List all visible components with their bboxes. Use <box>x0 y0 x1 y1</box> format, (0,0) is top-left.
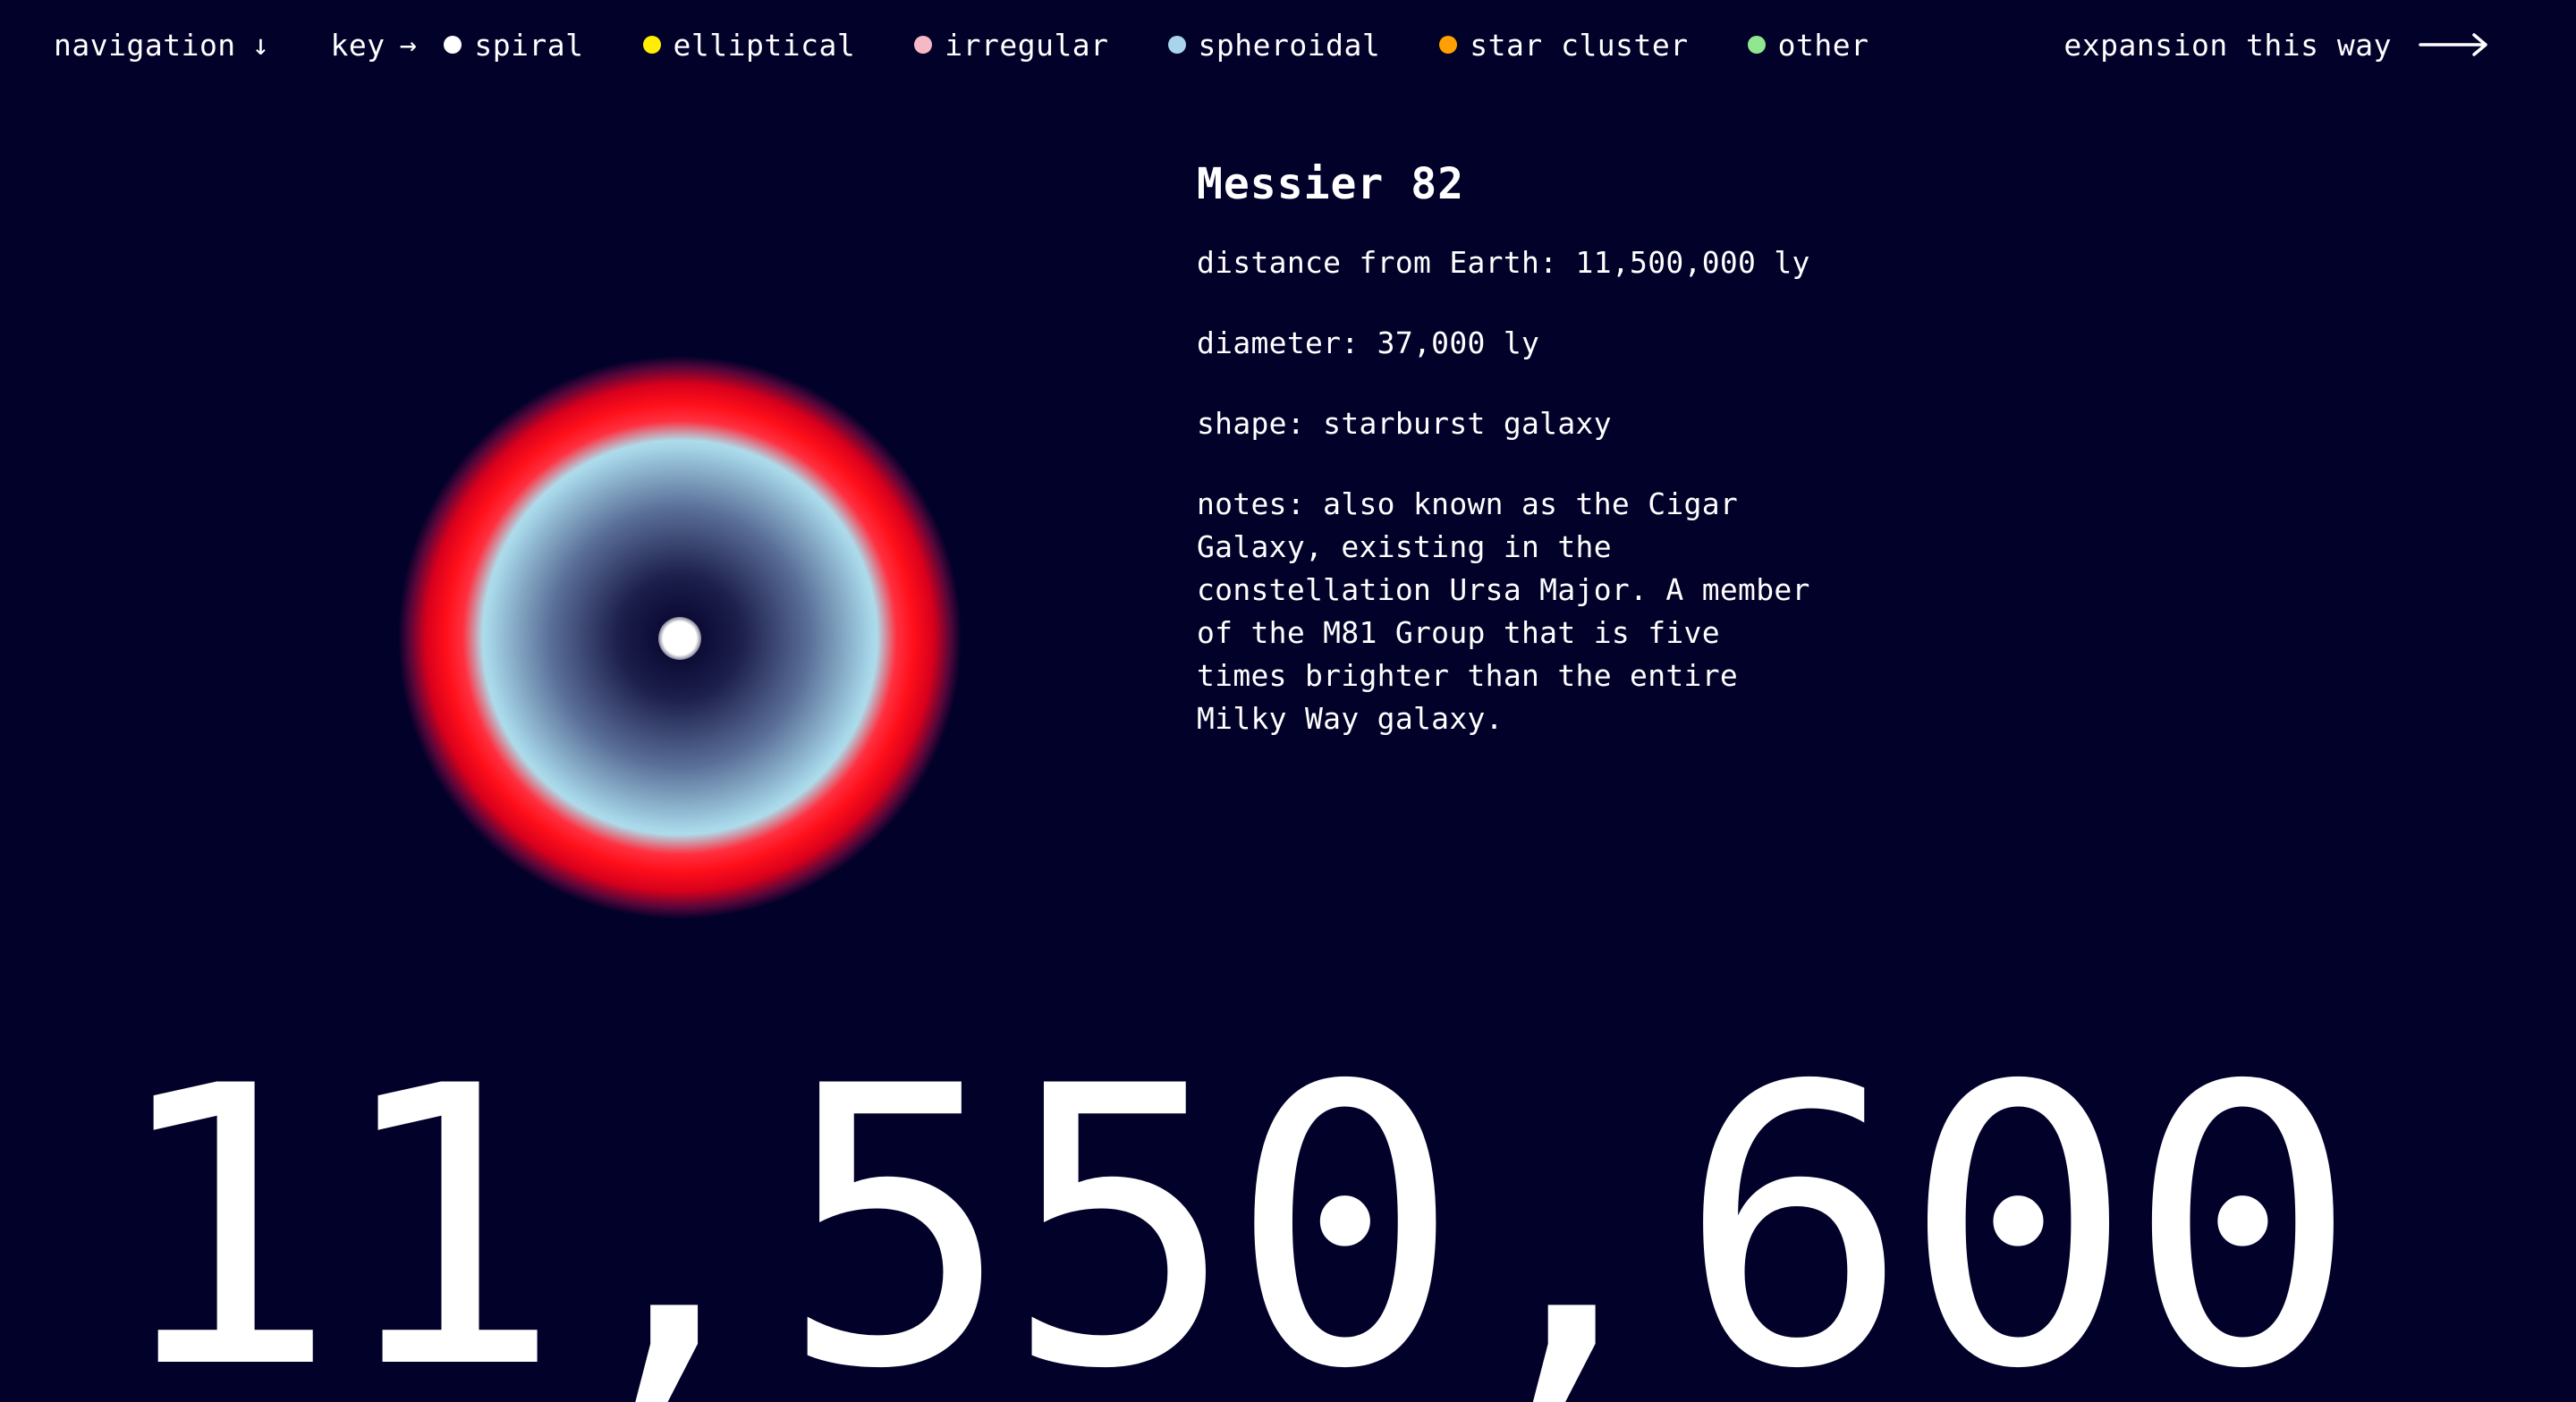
legend-item-star-cluster[interactable]: star cluster <box>1439 28 1688 63</box>
navigation-menu-button[interactable]: navigation ↓ <box>54 28 269 63</box>
other-dot-icon <box>1747 36 1766 54</box>
arrow-right-icon: → <box>399 28 418 62</box>
arrow-down-icon: ↓ <box>251 28 270 62</box>
page: navigation ↓ key → spiral elliptical irr… <box>0 0 2576 1402</box>
legend-item-irregular[interactable]: irregular <box>914 28 1108 63</box>
object-notes: notes: also known as the Cigar Galaxy, e… <box>1197 486 1810 736</box>
legend-label: other <box>1777 27 1869 63</box>
navigation-label: navigation <box>54 27 236 63</box>
legend-item-spheroidal[interactable]: spheroidal <box>1167 27 1381 63</box>
object-shape: shape: starburst galaxy <box>1197 406 1612 441</box>
expansion-label: expansion this way <box>2063 27 2392 63</box>
legend-item-other[interactable]: other <box>1747 27 1869 63</box>
elliptical-dot-icon <box>642 36 661 54</box>
spheroidal-dot-icon <box>1167 36 1186 54</box>
object-title: Messier 82 <box>1197 159 1464 209</box>
legend-label: irregular <box>945 27 1109 63</box>
star-cluster-dot-icon <box>1439 36 1458 54</box>
spiral-dot-icon <box>444 36 462 54</box>
object-diameter: diameter: 37,000 ly <box>1197 325 1540 360</box>
object-distance: distance from Earth: 11,500,000 ly <box>1197 245 1810 280</box>
key-text: key <box>330 27 386 63</box>
galaxy-core <box>658 617 701 660</box>
legend: spiral elliptical irregular spheroidal s… <box>444 28 1868 63</box>
legend-item-spiral[interactable]: spiral <box>444 28 583 63</box>
legend-label: star cluster <box>1470 27 1689 63</box>
legend-label: spiral <box>474 27 584 63</box>
distance-counter: 11,550,600 <box>107 1006 2359 1402</box>
top-bar: navigation ↓ key → spiral elliptical irr… <box>54 21 2522 68</box>
irregular-dot-icon <box>914 36 933 54</box>
expansion-link[interactable]: expansion this way <box>2063 21 2488 68</box>
legend-label: spheroidal <box>1198 27 1381 63</box>
legend-label: elliptical <box>673 27 856 63</box>
key-label: key → <box>330 28 417 63</box>
object-info-panel: Messier 82 distance from Earth: 11,500,0… <box>1197 159 1823 778</box>
legend-item-elliptical[interactable]: elliptical <box>642 27 856 63</box>
long-arrow-right-icon <box>2419 33 2487 56</box>
